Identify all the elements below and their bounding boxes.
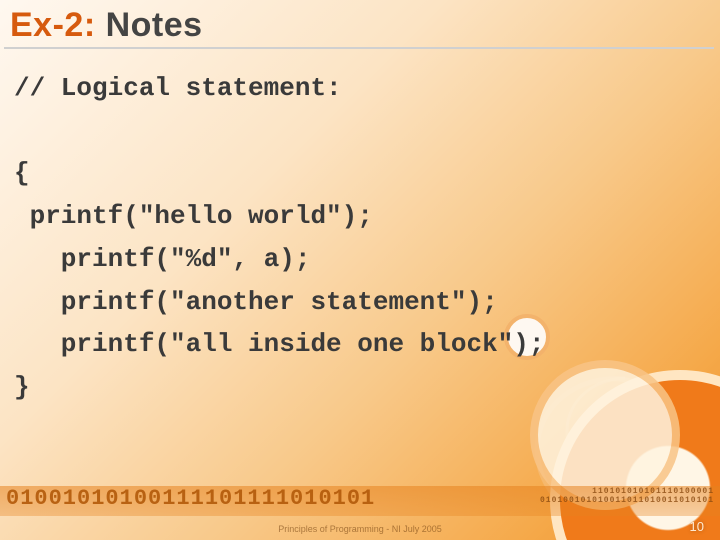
code-line: printf("%d", a); <box>14 238 720 281</box>
title-prefix: Ex-2: <box>10 6 106 44</box>
code-line: printf("all inside one block"); <box>14 323 720 366</box>
code-line: printf("hello world"); <box>14 195 720 238</box>
slide-title: Ex-2: Notes <box>0 0 720 45</box>
footer-credit: Principles of Programming - NI July 2005 <box>0 524 720 534</box>
page-number: 10 <box>690 519 704 534</box>
binary-text-small: 110101010101110100001 010100101010011011… <box>540 488 714 506</box>
code-block: // Logical statement: { printf("hello wo… <box>0 49 720 409</box>
code-close-brace: } <box>14 366 720 409</box>
slide: Ex-2: Notes // Logical statement: { prin… <box>0 0 720 540</box>
binary-strip: 01001010100111101111010101 1101010101011… <box>0 486 720 516</box>
code-line: printf("another statement"); <box>14 281 720 324</box>
code-comment: // Logical statement: <box>14 67 720 110</box>
code-open-brace: { <box>14 152 720 195</box>
title-main: Notes <box>106 6 203 44</box>
blank-line <box>14 110 720 152</box>
